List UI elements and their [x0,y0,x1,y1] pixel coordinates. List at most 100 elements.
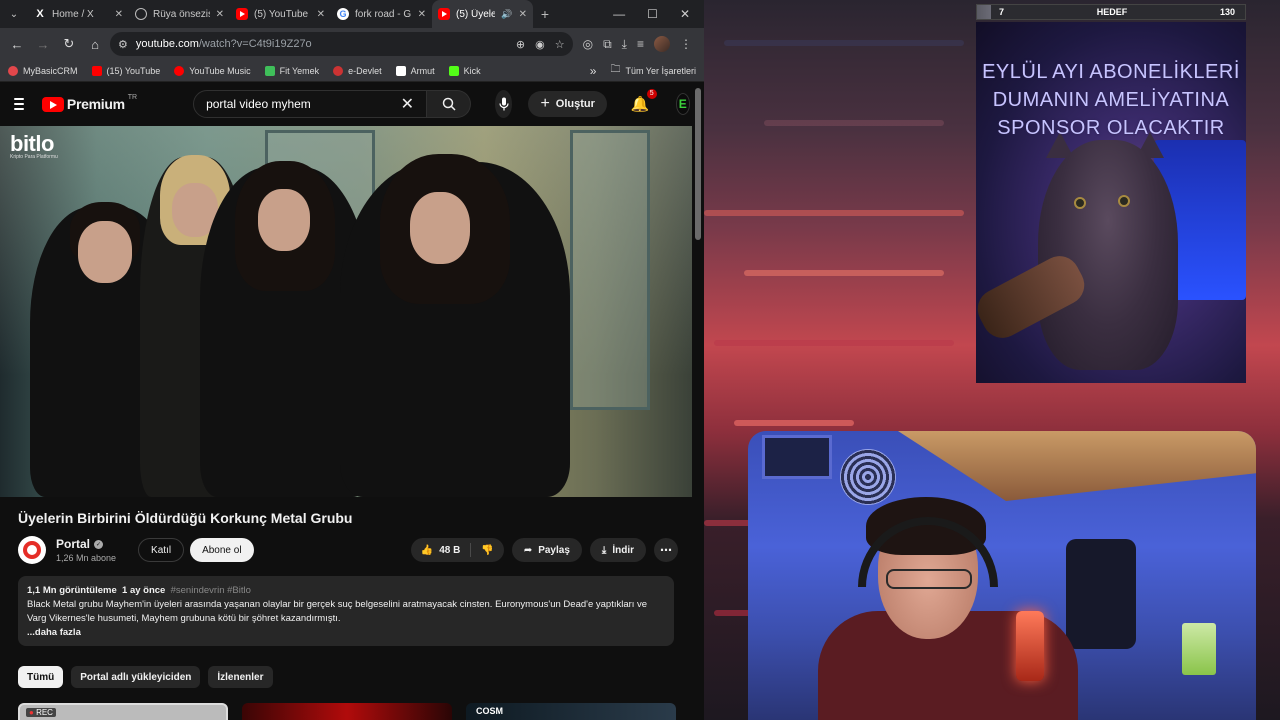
kebab-menu-icon[interactable]: ⋮ [680,37,692,51]
download-label: İndir [612,544,634,556]
eye-slash-icon[interactable]: ◉ [535,38,545,51]
channel-avatar[interactable] [18,536,46,564]
video-actions: 👍 48 B 👎 ➦ Paylaş ⤓ İndir ⋯ [410,538,678,562]
like-dislike-group: 👍 48 B 👎 [410,538,504,562]
close-icon[interactable]: ✕ [317,9,325,20]
view-count: 1,1 Mn görüntüleme [27,585,117,596]
media-control-icon[interactable]: ≡ [637,37,644,51]
tab-search-button[interactable]: ⌄ [0,0,28,28]
youtube-music-icon [174,65,185,76]
bookmark-star-icon[interactable]: ☆ [555,38,565,51]
tab-active-video[interactable]: (5) Üyele 🔊 ✕ [432,0,533,28]
notification-count: 5 [646,89,657,99]
bookmark-armut[interactable]: Armut [395,65,435,76]
voice-search-button[interactable] [495,90,513,118]
bookmark-icon [8,65,18,76]
tab-ruya[interactable]: Rüya önsezis ✕ [129,0,230,28]
search-box: portal video myhem ✕ [193,90,472,118]
search-input[interactable]: portal video myhem ✕ [193,90,428,118]
reload-icon[interactable]: ↻ [58,33,80,55]
bookmark-youtube[interactable]: (15) YouTube [91,65,160,76]
search-button[interactable] [427,90,472,118]
extensions-icon[interactable]: ⧉ [603,37,612,52]
description-text: Black Metal grubu Mayhem'in üyeleri aras… [27,599,648,624]
page-scrollbar-thumb[interactable] [695,88,701,240]
bookmark-youtube-music[interactable]: YouTube Music [174,65,251,76]
minimize-icon[interactable]: — [613,7,625,21]
like-button[interactable]: 👍 48 B [411,538,471,562]
tab-title: Home / X [52,8,94,20]
bookmark-e-devlet[interactable]: e-Devlet [333,65,382,76]
folder-icon: 🗀 [610,64,621,75]
chip-all[interactable]: Tümü [18,666,64,688]
video-player[interactable]: bitlo Kripto Para Platformu [0,126,692,497]
youtube-play-icon [41,96,64,112]
account-avatar[interactable]: E [675,93,690,115]
upload-age: 1 ay önce [122,585,166,596]
create-button[interactable]: + Oluştur [528,91,607,117]
close-window-icon[interactable]: ✕ [680,7,690,21]
bookmark-kick[interactable]: Kick [448,65,481,76]
dislike-button[interactable]: 👎 [471,538,503,562]
maximize-icon[interactable]: ☐ [647,7,658,21]
browser-toolbar: ← → ↻ ⌂ ⚙ youtube.com/watch?v=C4t9i19Z27… [0,28,704,60]
youtube-logo[interactable]: Premium TR [41,94,137,112]
owner-row: Portal ✓ 1,26 Mn abone Katıl Abone ol 👍 48… [18,534,678,566]
profile-avatar[interactable] [654,36,670,52]
notifications-button[interactable]: 🔔 5 [630,89,657,113]
channel-name-text: Portal [56,537,91,551]
tab-fork-road[interactable]: G fork road - G ✕ [331,0,432,28]
chip-from-uploader[interactable]: Portal adlı yükleyiciden [71,666,201,688]
bookmark-fit-yemek[interactable]: Fit Yemek [264,65,319,76]
cosm-label: COSM [476,706,503,716]
site-settings-icon[interactable]: ⚙ [118,38,128,51]
bookmark-label: Armut [410,65,435,76]
related-video-thumbnail[interactable]: REC [18,703,228,720]
show-more-link[interactable]: ...daha fazla [27,626,665,640]
more-actions-button[interactable]: ⋯ [654,538,678,562]
close-icon[interactable]: ✕ [519,9,527,20]
address-bar[interactable]: ⚙ youtube.com/watch?v=C4t9i19Z27o ⊕ ◉ ☆ [110,32,573,56]
speaker-icon[interactable]: 🔊 [501,9,512,20]
channel-name[interactable]: Portal ✓ [56,537,116,551]
bell-icon: 🔔 [630,96,650,113]
chip-watched[interactable]: İzlenenler [208,666,273,688]
chevron-down-icon: ⌄ [9,8,19,20]
clear-icon[interactable]: ✕ [401,94,414,114]
join-button[interactable]: Katıl [138,538,185,562]
cat-camera: EYLÜL AYI ABONELİKLERİ DUMANIN AMELİYATI… [976,22,1246,383]
related-video-thumbnail[interactable]: COSM [466,703,676,720]
hashtags[interactable]: #senindevrin #Bitlo [171,585,251,596]
home-icon[interactable]: ⌂ [84,33,106,55]
tab-home-x[interactable]: X Home / X ✕ [28,0,129,28]
thumbs-down-icon: 👎 [481,544,494,556]
close-icon[interactable]: ✕ [216,9,224,20]
close-icon[interactable]: ✕ [418,9,426,20]
lens-icon[interactable]: ◎ [583,37,593,51]
bookmarks-overflow-button[interactable]: » [590,64,597,78]
new-tab-button[interactable]: + [533,6,557,22]
download-icon[interactable]: ⤓ [622,37,627,52]
cat-eye [1074,197,1086,209]
download-button[interactable]: ⤓ İndir [589,538,646,562]
related-filter-chips: Tümü Portal adlı yükleyiciden İzlenenler [18,666,273,688]
wall-fan [840,449,896,505]
install-app-icon[interactable]: ⊕ [516,38,525,51]
globe-icon [135,8,147,20]
bookmark-mybasiccrm[interactable]: MyBasicCRM [8,65,78,76]
goal-current: 7 [999,7,1005,17]
share-button[interactable]: ➦ Paylaş [511,538,582,562]
related-video-thumbnail[interactable] [242,703,452,720]
description-box[interactable]: 1,1 Mn görüntüleme 1 ay önce #senindevri… [18,576,674,646]
youtube-header: Premium TR portal video myhem ✕ + Oluştu… [0,82,704,126]
menu-icon[interactable] [14,98,24,110]
back-arrow-icon[interactable]: ← [6,33,28,55]
all-bookmarks-button[interactable]: 🗀 Tüm Yer İşaretleri [610,62,696,79]
tab-youtube[interactable]: (5) YouTube ✕ [230,0,331,28]
youtube-icon [91,65,102,76]
forward-arrow-icon[interactable]: → [32,33,54,55]
tab-title: (5) YouTube [254,8,309,20]
subscribe-button[interactable]: Abone ol [190,538,254,562]
chair [1066,539,1136,649]
close-icon[interactable]: ✕ [115,9,123,20]
